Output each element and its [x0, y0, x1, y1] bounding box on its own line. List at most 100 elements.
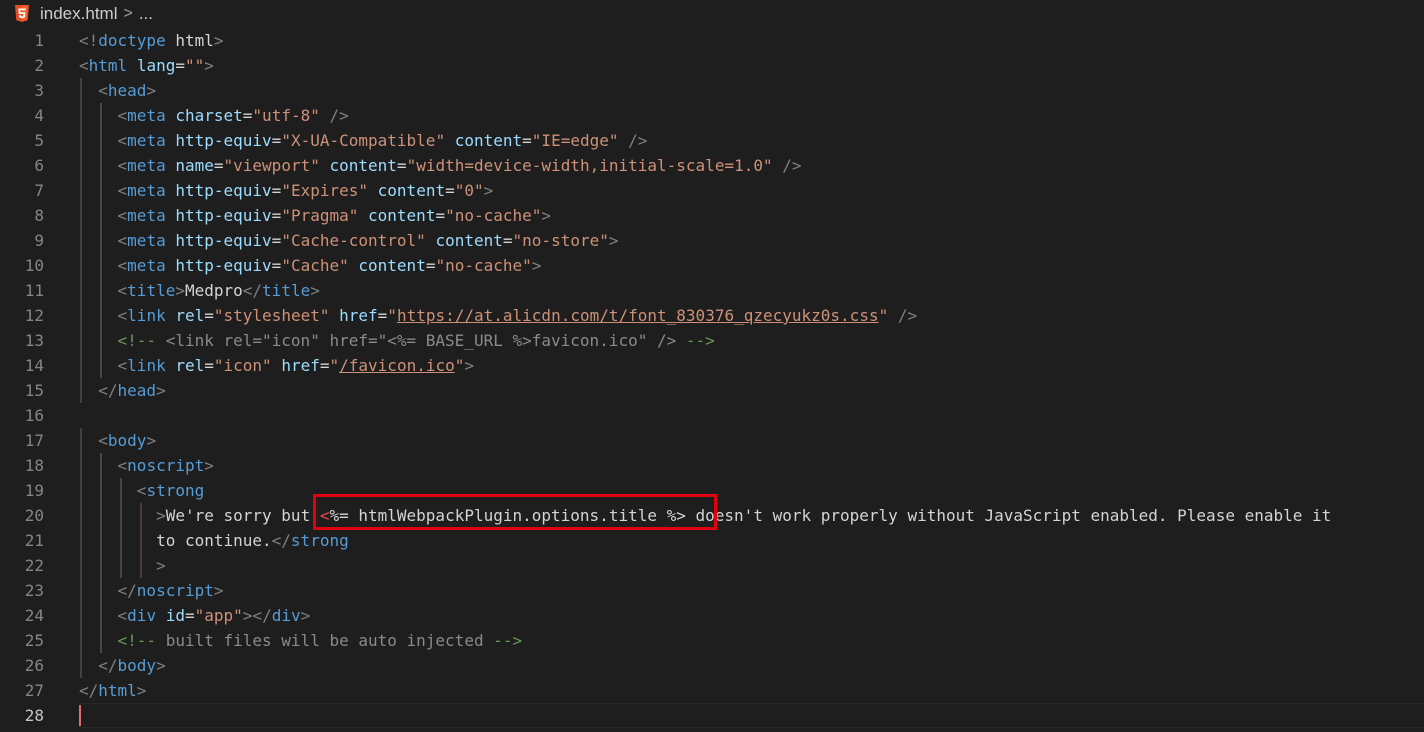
code-text: </head>	[79, 378, 165, 403]
line-number: 14	[24, 356, 44, 375]
code-token: div	[271, 606, 301, 625]
code-line[interactable]: 13 <!-- <link rel="icon" href="<%= BASE_…	[0, 328, 1424, 353]
code-line[interactable]: 2 <html lang="">	[0, 53, 1424, 78]
highlight-box	[313, 494, 717, 530]
code-line[interactable]: 27 </html>	[0, 678, 1424, 703]
code-line[interactable]: 4 <meta charset="utf-8" />	[0, 103, 1424, 128]
code-line[interactable]: 22 >	[0, 553, 1424, 578]
code-token: <	[117, 156, 128, 175]
breadcrumb: index.html > ...	[0, 0, 1424, 28]
code-token: <!--	[117, 331, 157, 350]
code-token: html	[98, 681, 137, 700]
line-number: 17	[24, 431, 44, 450]
code-token: <	[117, 356, 128, 375]
code-line[interactable]: 16	[0, 403, 1424, 428]
code-line[interactable]: 23 </noscript>	[0, 578, 1424, 603]
code-line[interactable]: 9 <meta http-equiv="Cache-control" conte…	[0, 228, 1424, 253]
code-line[interactable]: 10 <meta http-equiv="Cache" content="no-…	[0, 253, 1424, 278]
code-token: >	[156, 656, 166, 675]
code-line[interactable]: 18 <noscript>	[0, 453, 1424, 478]
line-number: 2	[34, 56, 44, 75]
code-token: http-equiv	[175, 181, 272, 200]
code-line[interactable]: 6 <meta name="viewport" content="width=d…	[0, 153, 1424, 178]
code-line[interactable]: 21 to continue.</strong	[0, 528, 1424, 553]
code-token: >	[608, 231, 619, 250]
code-line[interactable]: 24 <div id="app"></div>	[0, 603, 1424, 628]
code-token: noscript	[136, 581, 214, 600]
code-token: =	[502, 231, 513, 250]
code-token: meta	[127, 156, 166, 175]
code-line[interactable]: 26 </body>	[0, 653, 1424, 678]
code-editor[interactable]: 1 <!doctype html> 2 <html lang=""> 3 <head> 4…	[0, 28, 1424, 732]
breadcrumb-file[interactable]: index.html	[40, 4, 117, 24]
code-line[interactable]: 28	[0, 703, 1424, 728]
code-line[interactable]: 14 <link rel="icon" href="/favicon.ico">	[0, 353, 1424, 378]
code-line[interactable]: 1 <!doctype html>	[0, 28, 1424, 53]
code-text: <meta http-equiv="X-UA-Compatible" conte…	[79, 128, 648, 153]
code-token: >	[136, 681, 147, 700]
code-text: <html lang="">	[79, 53, 214, 78]
code-token[interactable]: https://at.alicdn.com/t/font_830376_qzec…	[397, 306, 879, 325]
code-line[interactable]: 12 <link rel="stylesheet" href="https://…	[0, 303, 1424, 328]
code-token: "Pragma"	[281, 206, 359, 225]
code-text: <meta name="viewport" content="width=dev…	[79, 153, 802, 178]
code-token: <	[117, 306, 128, 325]
code-token: =	[396, 156, 407, 175]
code-token: </	[98, 381, 118, 400]
code-token: name	[175, 156, 214, 175]
line-number: 15	[24, 381, 44, 400]
code-token: <	[117, 231, 128, 250]
code-line[interactable]: 3 <head>	[0, 78, 1424, 103]
breadcrumb-separator: >	[123, 5, 133, 22]
line-number: 9	[34, 231, 44, 250]
breadcrumb-more[interactable]: ...	[139, 4, 153, 24]
code-line[interactable]: 15 </head>	[0, 378, 1424, 403]
code-token: =	[271, 181, 282, 200]
line-number: 5	[34, 131, 44, 150]
line-number: 4	[34, 106, 44, 125]
code-line[interactable]: 7 <meta http-equiv="Expires" content="0"…	[0, 178, 1424, 203]
code-token: content	[454, 131, 523, 150]
code-token: charset	[175, 106, 243, 125]
code-token: "	[387, 306, 397, 325]
code-line[interactable]: 5 <meta http-equiv="X-UA-Compatible" con…	[0, 128, 1424, 153]
code-token: html	[88, 56, 128, 75]
code-token[interactable]: /favicon.ico	[339, 356, 455, 375]
code-token: "viewport"	[223, 156, 320, 175]
code-text: <body>	[79, 428, 156, 453]
code-token: />	[329, 106, 349, 125]
code-line[interactable]: 8 <meta http-equiv="Pragma" content="no-…	[0, 203, 1424, 228]
code-text: </html>	[79, 678, 146, 703]
code-token: =	[377, 306, 388, 325]
code-token: =	[242, 106, 253, 125]
code-text: <div id="app"></div>	[79, 603, 311, 628]
code-token: <	[117, 606, 128, 625]
code-line[interactable]: 25 <!-- built files will be auto injecte…	[0, 628, 1424, 653]
code-token: >	[483, 181, 494, 200]
code-token: rel	[175, 306, 205, 325]
code-line[interactable]: 17 <body>	[0, 428, 1424, 453]
code-token: id	[165, 606, 185, 625]
code-token: <!	[79, 31, 99, 50]
code-line[interactable]: 11 <title>Medpro</title>	[0, 278, 1424, 303]
code-token: "0"	[454, 181, 484, 200]
code-token: http-equiv	[175, 231, 272, 250]
code-token: html	[165, 31, 214, 50]
code-token: "icon"	[213, 356, 272, 375]
code-token: />	[782, 156, 802, 175]
